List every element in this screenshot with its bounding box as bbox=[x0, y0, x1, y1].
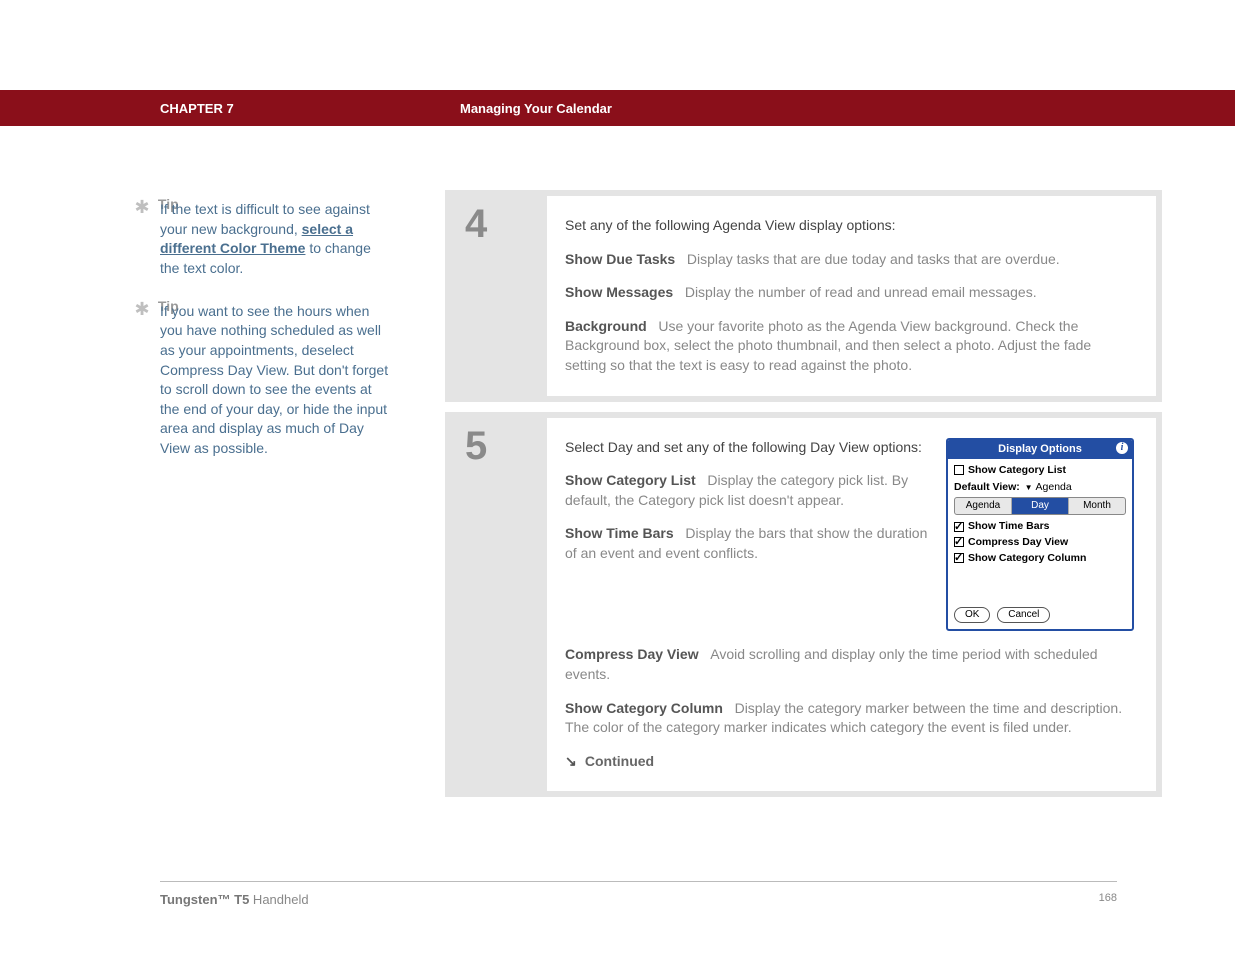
step-number-column: 5 bbox=[445, 412, 547, 798]
default-view-row[interactable]: Default View: ▼ Agenda bbox=[954, 480, 1126, 495]
option-row: Show Category Column Display the categor… bbox=[565, 699, 1134, 738]
asterisk-icon: ✱ bbox=[130, 195, 154, 220]
option-label: Show Category List bbox=[565, 472, 696, 488]
chevron-down-icon: ▼ bbox=[1025, 482, 1033, 493]
step-number: 5 bbox=[465, 424, 547, 469]
main-content: 4 Set any of the following Agenda View d… bbox=[445, 190, 1162, 807]
chapter-title: Managing Your Calendar bbox=[460, 101, 612, 116]
view-tabs: Agenda Day Month bbox=[954, 497, 1126, 515]
chapter-label: CHAPTER 7 bbox=[160, 101, 234, 116]
step-4: 4 Set any of the following Agenda View d… bbox=[445, 190, 1162, 402]
option-desc: Display the number of read and unread em… bbox=[685, 284, 1037, 300]
page-number: 168 bbox=[1099, 892, 1117, 907]
info-icon[interactable]: i bbox=[1116, 442, 1128, 454]
display-options-dialog: Display Options i Show Category List Def… bbox=[946, 438, 1134, 632]
cancel-button[interactable]: Cancel bbox=[997, 607, 1050, 623]
option-row: Show Category List Display the category … bbox=[565, 471, 928, 510]
option-row: Compress Day View Avoid scrolling and di… bbox=[565, 645, 1134, 684]
option-row: Show Time Bars Display the bars that sho… bbox=[565, 524, 928, 563]
checkbox-icon bbox=[954, 537, 964, 547]
option-label: Compress Day View bbox=[565, 646, 699, 662]
continued-indicator: ↘ Continued bbox=[565, 752, 1134, 772]
tab-day[interactable]: Day bbox=[1012, 498, 1069, 514]
step-number: 4 bbox=[465, 202, 547, 247]
tip-text: If the text is difficult to see against … bbox=[130, 200, 390, 278]
tip-text: If you want to see the hours when you ha… bbox=[130, 302, 390, 459]
step-intro: Set any of the following Agenda View dis… bbox=[565, 216, 1134, 236]
tip-block: ✱ Tip If the text is difficult to see ag… bbox=[130, 195, 390, 279]
option-label: Show Messages bbox=[565, 284, 673, 300]
step-body: Set any of the following Agenda View dis… bbox=[547, 196, 1156, 396]
option-row: Show Due Tasks Display tasks that are du… bbox=[565, 250, 1134, 270]
step-5: 5 Select Day and set any of the followin… bbox=[445, 412, 1162, 798]
sidebar: ✱ Tip If the text is difficult to see ag… bbox=[130, 195, 390, 477]
tab-month[interactable]: Month bbox=[1069, 498, 1125, 514]
checkbox-icon bbox=[954, 553, 964, 563]
checkbox-show-category-column[interactable]: Show Category Column bbox=[954, 551, 1126, 566]
arrow-down-right-icon: ↘ bbox=[565, 752, 581, 772]
checkbox-icon bbox=[954, 465, 964, 475]
option-label: Show Due Tasks bbox=[565, 251, 675, 267]
page-header: CHAPTER 7 Managing Your Calendar bbox=[0, 90, 1235, 126]
step-intro: Select Day and set any of the following … bbox=[565, 438, 928, 458]
option-label: Show Time Bars bbox=[565, 525, 674, 541]
step-body: Select Day and set any of the following … bbox=[547, 418, 1156, 792]
ok-button[interactable]: OK bbox=[954, 607, 990, 623]
product-name: Tungsten™ T5 Handheld bbox=[160, 892, 309, 907]
checkbox-show-time-bars[interactable]: Show Time Bars bbox=[954, 519, 1126, 534]
checkbox-show-category-list[interactable]: Show Category List bbox=[954, 463, 1126, 478]
checkbox-icon bbox=[954, 522, 964, 532]
tab-agenda[interactable]: Agenda bbox=[955, 498, 1012, 514]
tip-block: ✱ Tip If you want to see the hours when … bbox=[130, 297, 390, 459]
checkbox-compress-day-view[interactable]: Compress Day View bbox=[954, 535, 1126, 550]
option-desc: Display tasks that are due today and tas… bbox=[687, 251, 1060, 267]
dialog-title: Display Options i bbox=[948, 440, 1132, 459]
option-label: Background bbox=[565, 318, 647, 334]
page-footer: Tungsten™ T5 Handheld 168 bbox=[160, 881, 1117, 907]
option-row: Show Messages Display the number of read… bbox=[565, 283, 1134, 303]
option-label: Show Category Column bbox=[565, 700, 723, 716]
asterisk-icon: ✱ bbox=[130, 297, 154, 322]
step-number-column: 4 bbox=[445, 190, 547, 402]
option-row: Background Use your favorite photo as th… bbox=[565, 317, 1134, 376]
